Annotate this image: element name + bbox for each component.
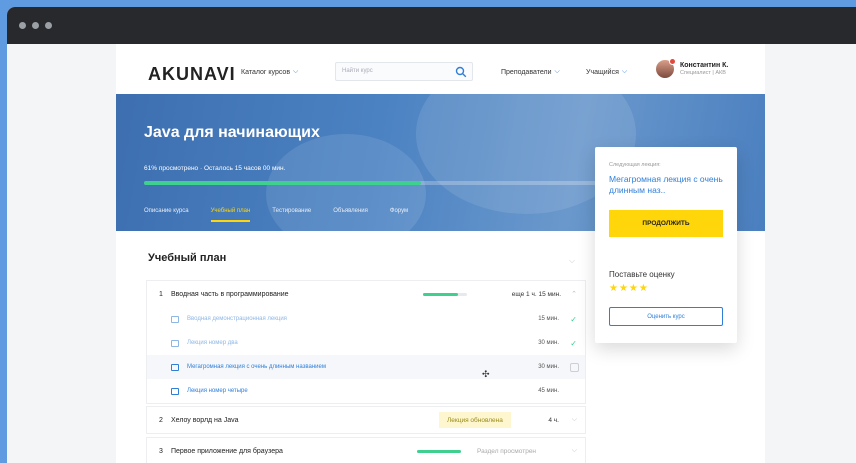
next-lecture-label: Следующая лекция:: [609, 162, 661, 168]
document-icon: [171, 339, 179, 347]
search-placeholder: Найти курс: [342, 68, 373, 74]
window-dot-icon[interactable]: [19, 22, 26, 29]
section-time: еще 1 ч. 15 мин.: [511, 290, 561, 298]
plan-section-3: 3 Первое приложение для браузера Раздел …: [146, 437, 586, 463]
chevron-down-icon[interactable]: ⌵: [569, 256, 575, 266]
catalog-menu[interactable]: Каталог курсов ⌵: [241, 68, 298, 76]
chevron-down-icon[interactable]: ⌵: [572, 447, 577, 455]
window-dot-icon[interactable]: [45, 22, 52, 29]
cursor-icon: ✣: [482, 369, 490, 379]
lesson-title: Вводная демонстрационная лекция: [187, 316, 287, 322]
section-progress-fill: [417, 449, 461, 453]
lesson-time: 30 мин.: [538, 340, 559, 346]
continue-button[interactable]: ПРОДОЛЖИТЬ: [609, 210, 723, 237]
lesson-title: Мегагромная лекция с очень длинным назва…: [187, 364, 326, 370]
lesson-checkbox[interactable]: [570, 362, 579, 372]
updated-badge: Лекция обновлена: [439, 412, 511, 428]
lesson-row[interactable]: Вводная демонстрационная лекция 15 мин. …: [147, 307, 585, 331]
section-header[interactable]: 1 Вводная часть в программирование еще 1…: [147, 281, 585, 307]
search-input[interactable]: Найти курс: [335, 62, 473, 81]
students-menu[interactable]: Учащийся ⌵: [586, 68, 627, 76]
chevron-down-icon[interactable]: ⌵: [572, 416, 577, 424]
next-lecture-card: Следующая лекция: Мегагромная лекция с о…: [595, 147, 737, 343]
section-header[interactable]: 2 Хелоу ворлд на Java Лекция обновлена 4…: [147, 407, 585, 433]
top-navbar: AKUNAVI Каталог курсов ⌵ Найти курс Преп…: [116, 44, 765, 94]
section-number: 2: [159, 416, 163, 424]
lesson-title: Лекция номер два: [187, 340, 238, 346]
tab-description[interactable]: Описание курса: [144, 208, 189, 222]
browser-window: AKUNAVI Каталог курсов ⌵ Найти курс Преп…: [7, 7, 856, 463]
window-dot-icon[interactable]: [32, 22, 39, 29]
rating-stars[interactable]: ★★★★: [609, 283, 649, 294]
chevron-up-icon[interactable]: ⌃: [571, 290, 577, 298]
video-icon: [171, 315, 179, 323]
teachers-label: Преподаватели: [501, 68, 552, 76]
course-tabs: Описание курса Учебный план Тестирование…: [144, 208, 430, 222]
tab-study-plan[interactable]: Учебный план: [210, 208, 250, 222]
lesson-row[interactable]: Лекция номер четыре 45 мин.: [147, 379, 585, 403]
tab-announcements[interactable]: Объявления: [333, 208, 368, 222]
next-lecture-title[interactable]: Мегагромная лекция с очень длинным наз..: [609, 174, 727, 196]
course-progress-bar: [144, 181, 598, 185]
lesson-title: Лекция номер четыре: [187, 388, 248, 394]
plan-section-1: 1 Вводная часть в программирование еще 1…: [146, 280, 586, 404]
lesson-row[interactable]: Мегагромная лекция с очень длинным назва…: [147, 355, 585, 379]
avatar[interactable]: [656, 58, 676, 78]
section-time: 4 ч.: [548, 416, 559, 424]
teachers-menu[interactable]: Преподаватели ⌵: [501, 68, 560, 76]
chevron-down-icon: ⌵: [621, 68, 628, 75]
section-progress-bar: [423, 292, 467, 296]
check-icon: ✓: [570, 314, 577, 324]
lesson-time: 45 мин.: [538, 388, 559, 394]
user-name: Константин К.: [680, 62, 729, 69]
section-number: 3: [159, 447, 163, 455]
catalog-label: Каталог курсов: [241, 68, 291, 76]
course-title: Java для начинающих: [144, 124, 320, 141]
section-header[interactable]: 3 Первое приложение для браузера Раздел …: [147, 438, 585, 463]
rate-label: Поставьте оценку: [609, 270, 675, 279]
window-titlebar: [7, 7, 856, 44]
section-progress-fill: [423, 292, 459, 296]
tab-forum[interactable]: Форум: [390, 208, 408, 222]
lesson-row[interactable]: Лекция номер два 30 мин. ✓: [147, 331, 585, 355]
section-status: Раздел просмотрен: [477, 447, 537, 455]
tab-testing[interactable]: Тестирование: [272, 208, 311, 222]
lesson-time: 15 мин.: [538, 316, 559, 322]
chevron-down-icon: ⌵: [554, 68, 560, 75]
rate-course-button[interactable]: Оценить курс: [609, 307, 723, 326]
progress-text: 61% просмотрено · Осталось 15 часов 00 м…: [144, 165, 286, 172]
section-title: Хелоу ворлд на Java: [171, 416, 239, 424]
site-logo[interactable]: AKUNAVI: [148, 64, 236, 85]
section-progress-bar: [417, 449, 461, 453]
video-icon: [171, 363, 179, 371]
notification-badge: [669, 58, 676, 65]
chevron-down-icon: ⌵: [293, 68, 299, 75]
plan-section-2: 2 Хелоу ворлд на Java Лекция обновлена 4…: [146, 406, 586, 434]
lesson-time: 30 мин.: [538, 364, 559, 370]
user-menu[interactable]: Константин К. Специалист | АКВ: [656, 58, 729, 78]
video-icon: [171, 387, 179, 395]
students-label: Учащийся: [586, 68, 619, 76]
user-role: Специалист | АКВ: [680, 70, 726, 76]
section-number: 1: [159, 290, 163, 298]
search-icon[interactable]: [455, 66, 467, 78]
plan-title: Учебный план: [148, 252, 227, 264]
course-progress-fill: [144, 181, 421, 185]
check-icon: ✓: [570, 338, 577, 348]
